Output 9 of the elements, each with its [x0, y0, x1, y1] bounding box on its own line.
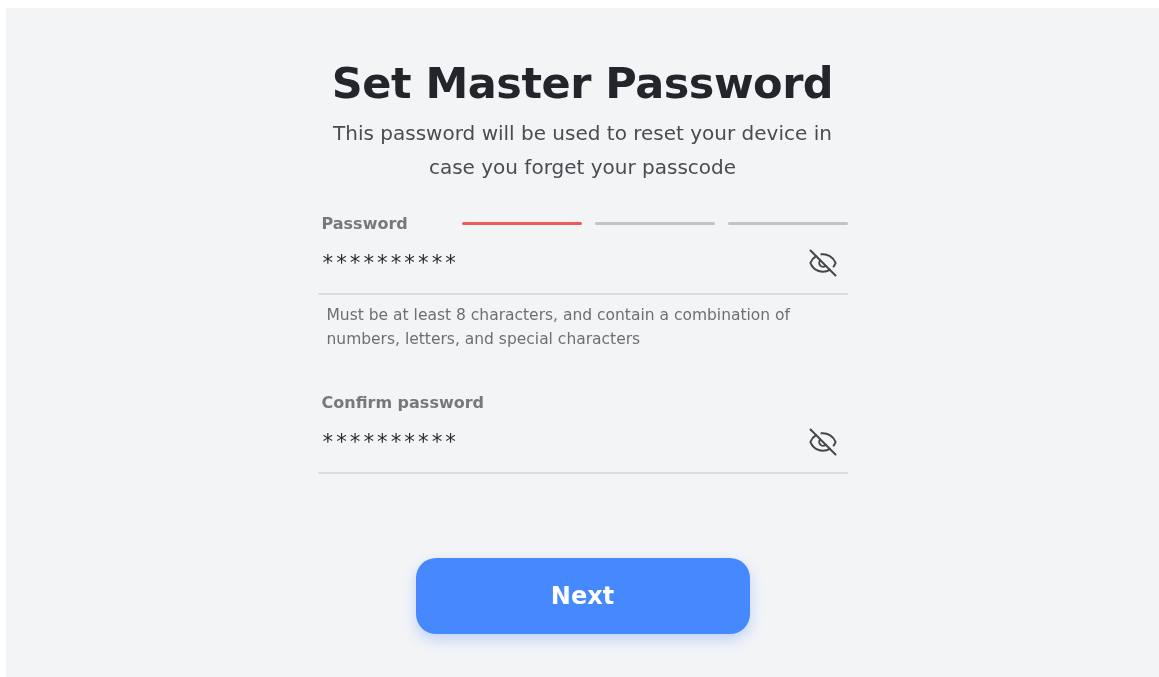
page-title: Set Master Password — [331, 57, 834, 110]
eye-off-icon[interactable] — [807, 427, 838, 457]
subtitle: This password will be used to reset your device in case you forget your passcode — [332, 120, 833, 181]
eye-off-icon[interactable] — [807, 248, 838, 278]
password-field[interactable]: ********** — [321, 430, 808, 454]
helper-text: Must be at least 8 characters, and contain a combination of numbers, letters, and special characters — [325, 305, 792, 350]
field-label: Confirm password — [321, 393, 485, 412]
password-field[interactable]: ********** — [321, 251, 808, 275]
field-label: Password — [321, 214, 409, 233]
